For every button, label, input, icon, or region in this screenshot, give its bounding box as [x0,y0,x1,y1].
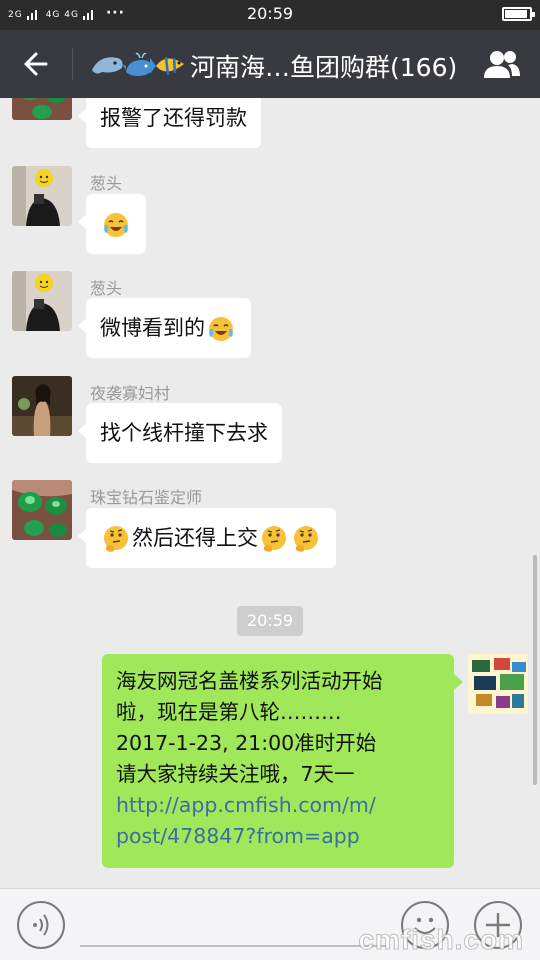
thinking-face-emoji [294,526,318,552]
voice-input-icon [33,914,49,936]
whale-emoji [122,52,152,76]
woman-photo-avatar[interactable] [12,376,72,436]
voice-input-button[interactable] [17,901,65,949]
thinking-face-emoji [104,526,128,552]
message-input-field[interactable] [80,945,386,947]
message-text: 报警了还得罚款 [100,106,247,130]
dolphin-emoji [92,57,123,74]
outgoing-line: 2017-1-23, 21:00准时开始 [116,731,377,755]
message-text: 然后还得上交 [132,526,258,550]
chat-header: 河南海…鱼团购群(166) [0,30,540,98]
message-bubble[interactable]: 然后还得上交 [78,508,336,568]
man-mirror-selfie-avatar[interactable] [12,166,72,226]
sender-name: 葱头 [90,279,123,298]
message-link[interactable]: post/478847?from=app [116,821,442,852]
jade-rings-avatar[interactable] [12,98,72,120]
message-bubble[interactable]: 微博看到的 [78,298,251,358]
tears-of-joy-emoji [209,317,233,341]
message-text: 找个线杆撞下去求 [100,421,268,445]
sender-name: 夜袭寡妇村 [90,384,171,403]
outgoing-message-bubble[interactable]: 海友网冠名盖楼系列活动开始 啦，现在是第八轮……… 2017-1-23, 21:… [102,654,463,868]
sender-name: 葱头 [90,174,123,193]
status-time: 20:59 [246,4,294,23]
input-bar: cmfish.com [0,888,540,960]
tropical-fish-emoji [150,56,184,76]
chat-timestamp: 20:59 [237,606,303,636]
group-members-icon[interactable] [482,48,522,80]
message-link[interactable]: http://app.cmfish.com/m/ [116,790,442,821]
outgoing-line: 海友网冠名盖楼系列活动开始 [116,669,383,693]
group-title-emoji [92,52,184,76]
back-arrow-icon[interactable] [18,48,50,80]
watermark: cmfish.com [358,924,524,956]
tears-of-joy-emoji [104,213,128,237]
message-list[interactable]: 报警了还得罚款 葱头 葱头 微博看到的 夜袭寡妇村 找个线杆撞下去求 珠宝钻石鉴… [0,98,540,888]
outgoing-line: 啦，现在是第八轮……… [116,700,342,724]
message-bubble[interactable]: 找个线杆撞下去求 [78,403,282,463]
header-divider [72,48,73,80]
chat-title: 河南海…鱼团购群(166) [190,53,458,82]
status-bar: 2G 4G 4G ··· 20:59 [0,0,540,30]
thinking-face-emoji [262,526,286,552]
message-bubble[interactable]: 报警了还得罚款 [78,98,261,148]
scrollbar-thumb[interactable] [533,555,537,785]
man-mirror-selfie-avatar[interactable] [12,271,72,331]
battery-icon [502,7,535,21]
message-bubble[interactable] [78,194,146,254]
sender-name: 珠宝钻石鉴定师 [90,488,203,507]
jade-rings-avatar[interactable] [12,480,72,540]
outgoing-line: 请大家持续关注哦，7天一 [116,762,355,786]
message-text: 微博看到的 [100,316,205,340]
aquarium-collage-avatar[interactable] [468,654,528,714]
